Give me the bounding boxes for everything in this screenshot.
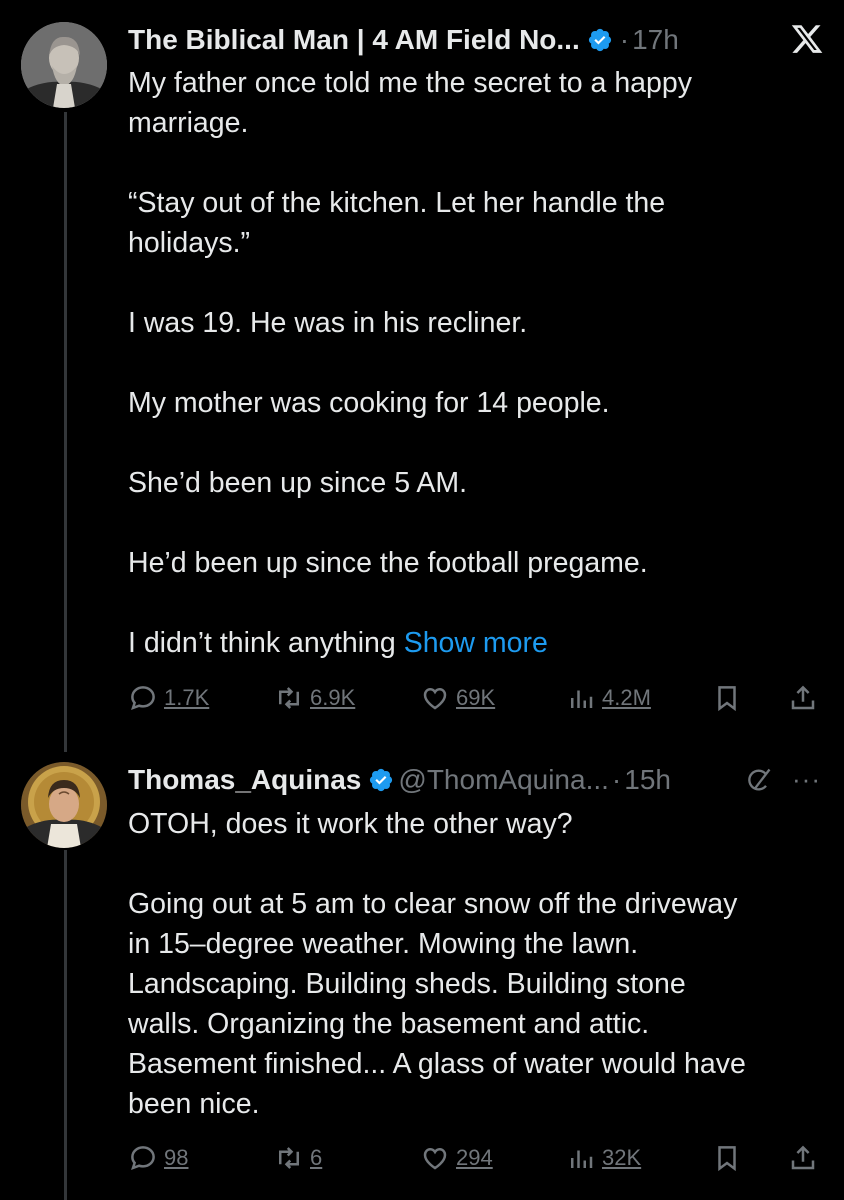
like-count: 69K xyxy=(456,685,496,710)
views-count: 4.2M xyxy=(602,685,651,710)
avatar[interactable] xyxy=(21,762,107,848)
text-line: “Stay out of the kitchen. Let her handle… xyxy=(128,187,666,219)
bookmark-icon xyxy=(718,1146,736,1172)
grok-icon[interactable] xyxy=(745,766,773,794)
text-line: I didn’t think anything Show more xyxy=(128,623,818,663)
tweet-header: The Biblical Man | 4 AM Field No... · 17… xyxy=(128,20,679,60)
text-line: holidays.” xyxy=(128,227,250,259)
reply-icon xyxy=(131,686,155,711)
reply-button[interactable]: 98 xyxy=(128,1140,188,1176)
share-button[interactable] xyxy=(788,680,818,716)
author-name[interactable]: Thomas_Aquinas xyxy=(128,764,361,796)
verified-badge-icon xyxy=(370,768,393,792)
verified-badge-icon xyxy=(588,28,611,52)
thread-line xyxy=(64,112,67,752)
more-icon[interactable]: ··· xyxy=(792,764,821,795)
like-icon xyxy=(423,687,447,710)
retweet-count: 6 xyxy=(310,1145,323,1170)
share-icon xyxy=(791,1145,815,1170)
show-more-link[interactable]: Show more xyxy=(404,627,548,659)
text-line: Basement finished... A glass of water wo… xyxy=(128,1048,746,1080)
views-icon xyxy=(571,1150,593,1168)
retweet-count: 6.9K xyxy=(310,685,356,710)
views-button[interactable]: 32K xyxy=(566,1140,641,1176)
like-count: 294 xyxy=(456,1145,493,1170)
reply-icon xyxy=(131,1146,155,1171)
text-line: OTOH, does it work the other way? xyxy=(128,808,573,840)
like-icon xyxy=(423,1147,447,1170)
bookmark-icon xyxy=(718,686,736,712)
author-name[interactable]: The Biblical Man | 4 AM Field No... xyxy=(128,24,580,56)
views-icon xyxy=(571,690,593,708)
reply-button[interactable]: 1.7K xyxy=(128,680,209,716)
text-line: She’d been up since 5 AM. xyxy=(128,467,468,499)
text-line: My mother was cooking for 14 people. xyxy=(128,387,610,419)
like-button[interactable]: 69K xyxy=(420,680,495,716)
author-handle[interactable]: @ThomAquina... xyxy=(398,764,609,796)
separator-dot: · xyxy=(619,24,630,55)
retweet-icon xyxy=(279,687,299,709)
text-line: in 15–degree weather. Mowing the lawn. xyxy=(128,928,639,960)
text-line: been nice. xyxy=(128,1088,260,1120)
views-count: 32K xyxy=(602,1145,642,1170)
avatar[interactable] xyxy=(21,22,107,108)
text-line: walls. Organizing the basement and attic… xyxy=(128,1008,650,1040)
text-line: marriage. xyxy=(128,107,249,139)
x-logo-icon[interactable] xyxy=(790,22,824,56)
share-button[interactable] xyxy=(788,1140,818,1176)
text-line: I was 19. He was in his recliner. xyxy=(128,307,528,339)
retweet-button[interactable]: 6.9K xyxy=(274,680,355,716)
like-button[interactable]: 294 xyxy=(420,1140,493,1176)
bookmark-button[interactable] xyxy=(712,1140,742,1176)
share-icon xyxy=(791,685,815,710)
reply-count: 1.7K xyxy=(164,685,210,710)
tweet-text: OTOH, does it work the other way? Going … xyxy=(128,804,818,1124)
tweet-header: Thomas_Aquinas @ThomAquina... · 15h xyxy=(128,760,671,800)
retweet-icon xyxy=(279,1147,299,1169)
text-line-last: I didn’t think anything xyxy=(128,627,396,659)
bookmark-button[interactable] xyxy=(712,680,742,716)
separator-dot: · xyxy=(611,764,622,795)
views-button[interactable]: 4.2M xyxy=(566,680,651,716)
timestamp[interactable]: 15h xyxy=(624,764,671,796)
retweet-button[interactable]: 6 xyxy=(274,1140,322,1176)
tweet-text: My father once told me the secret to a h… xyxy=(128,63,818,663)
text-line: Going out at 5 am to clear snow off the … xyxy=(128,888,738,920)
text-line: My father once told me the secret to a h… xyxy=(128,67,692,99)
timestamp[interactable]: 17h xyxy=(632,24,679,56)
thread-line xyxy=(64,850,67,1200)
reply-count: 98 xyxy=(164,1145,189,1170)
tweet-actions: 1.7K 6.9K 69K 4.2M xyxy=(128,680,828,716)
tweet-actions: 98 6 294 32K xyxy=(128,1140,828,1176)
text-line: Landscaping. Building sheds. Building st… xyxy=(128,968,686,1000)
text-line: He’d been up since the football pregame. xyxy=(128,547,648,579)
